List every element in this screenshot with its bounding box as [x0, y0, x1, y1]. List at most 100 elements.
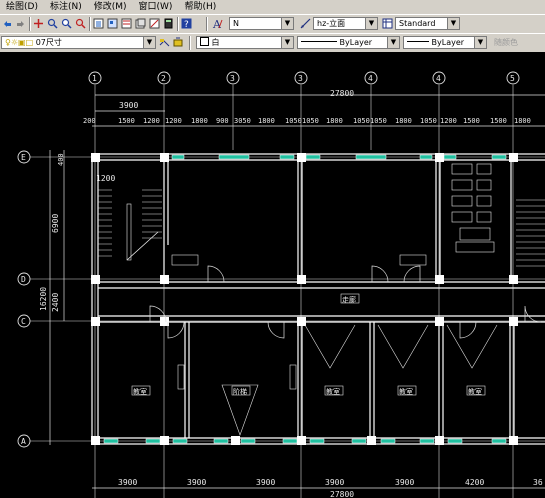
layer-state-icons: ♀☼▣□ [5, 38, 34, 47]
columns [91, 153, 518, 445]
left-dim-top-small: 400 [57, 153, 65, 166]
menu-window[interactable]: 窗口(W) [133, 0, 179, 14]
chain-dim-text: 1500 [463, 117, 480, 125]
layer-previous-icon[interactable] [173, 37, 184, 48]
design-center-icon[interactable] [107, 18, 118, 29]
room-label: 教室 [399, 387, 413, 396]
svg-text:?: ? [184, 20, 189, 29]
chain-dim-text: 200 [83, 117, 96, 125]
chain-dim-text: 1800 [395, 117, 412, 125]
axis-numbers-top: 1 2 3 3 4 4 5 [92, 74, 515, 83]
chain-dim-text: 3050 [234, 117, 251, 125]
color-select[interactable]: 白 ▼ [196, 36, 294, 49]
plotstyle-select: 随颜色 [494, 38, 518, 47]
bottom-dim-text: 3900 [187, 478, 206, 487]
chain-dim-text: 1050 [370, 117, 387, 125]
room-label: 教室 [468, 387, 482, 396]
bottom-chain-dimension: 3900 3900 3900 3900 3900 4200 36 27800 [92, 478, 545, 498]
markup-icon[interactable] [149, 18, 160, 29]
bottom-dim-text: 36 [533, 478, 543, 487]
menu-draw[interactable]: 绘图(D) [0, 0, 44, 14]
chevron-down-icon: ▼ [281, 37, 293, 48]
color-swatch [200, 37, 209, 46]
chain-dim-text: 1500 [118, 117, 135, 125]
dim-style-value: hz-立面 [317, 19, 346, 28]
chevron-down-icon: ▼ [143, 37, 155, 48]
chain-dim-text: 1050 [420, 117, 437, 125]
chain-dim-text: 1200 [165, 117, 182, 125]
chevron-down-icon: ▼ [474, 37, 486, 48]
chain-dim-text: 1200 [143, 117, 160, 125]
room-label: 阶梯 [233, 387, 247, 396]
axis-letters-left: E D C A [21, 153, 26, 446]
drawing-canvas[interactable]: 27800 3900 200 1500 1200 1200 1800 900 3… [0, 52, 545, 498]
axis-number: 1 [92, 74, 97, 83]
chevron-down-icon: ▼ [281, 18, 293, 29]
top-span-dim-text: 3900 [119, 101, 138, 110]
linetype-preview [301, 41, 337, 42]
room-label: 教室 [326, 387, 340, 396]
help-icon[interactable]: ? [181, 18, 192, 29]
top-overall-dim-text: 27800 [330, 89, 354, 98]
layer-select[interactable]: ♀☼▣□ 07尺寸 ▼ [1, 36, 156, 49]
zoom-realtime-icon[interactable] [47, 18, 58, 29]
pan-icon[interactable] [33, 18, 44, 29]
axis-number: 5 [510, 74, 515, 83]
dim-style-icon[interactable] [300, 18, 311, 29]
undo-icon[interactable] [2, 18, 13, 29]
calculator-icon[interactable] [163, 18, 174, 29]
axis-bubbles-top [88, 71, 520, 85]
bottom-dim-text: 3900 [395, 478, 414, 487]
axis-number: 3 [230, 74, 235, 83]
axis-letter: C [21, 317, 26, 326]
layers-toolbar: ♀☼▣□ 07尺寸 ▼ 白 ▼ ByLayer ▼ ByLayer ▼ 随颜色 [0, 33, 545, 53]
chevron-down-icon: ▼ [387, 37, 399, 48]
make-current-layer-icon[interactable] [159, 37, 170, 48]
axis-number: 4 [368, 74, 373, 83]
table-style-select[interactable]: Standard ▼ [395, 17, 460, 30]
staircase-right [516, 199, 545, 267]
room-label: 教室 [133, 387, 147, 396]
top-overall-dimension: 27800 [95, 89, 545, 98]
axis-bubbles-left [17, 150, 31, 448]
zoom-previous-icon[interactable] [75, 18, 86, 29]
horizontal-grid-lines [30, 156, 545, 442]
text-style-icon[interactable]: A [212, 18, 223, 29]
staircase-left [98, 189, 162, 261]
linetype-select[interactable]: ByLayer ▼ [297, 36, 400, 49]
chain-dim-text: 1200 [440, 117, 457, 125]
text-style-select[interactable]: N ▼ [229, 17, 294, 30]
lineweight-value: ByLayer [431, 38, 465, 47]
table-style-icon[interactable] [382, 18, 393, 29]
top-chain-dimension: 200 1500 1200 1200 1800 900 3050 1800 10… [83, 117, 545, 127]
menu-modify[interactable]: 修改(M) [88, 0, 133, 14]
zoom-window-icon[interactable] [61, 18, 72, 29]
floor-plan-drawing: 27800 3900 200 1500 1200 1200 1800 900 3… [17, 71, 545, 498]
lineweight-select[interactable]: ByLayer ▼ [403, 36, 487, 49]
cad-window: 绘图(D) 标注(N) 修改(M) 窗口(W) 帮助(H) ? A N ▼ hz-… [0, 0, 545, 498]
redo-icon[interactable] [15, 18, 26, 29]
linetype-value: ByLayer [339, 38, 373, 47]
sheet-set-icon[interactable] [135, 18, 146, 29]
inner-dim-text: 1200 [96, 174, 115, 183]
chain-dim-text: 900 [216, 117, 229, 125]
axis-letter: A [21, 437, 26, 446]
bottom-total-text: 27800 [330, 490, 354, 498]
axis-number: 4 [436, 74, 441, 83]
chain-dim-text: 1050 [302, 117, 319, 125]
axis-number: 2 [161, 74, 166, 83]
properties-icon[interactable] [93, 18, 104, 29]
menu-help[interactable]: 帮助(H) [178, 0, 222, 14]
tool-palette-icon[interactable] [121, 18, 132, 29]
standard-toolbar: ? A N ▼ hz-立面 ▼ Standard ▼ [0, 14, 545, 34]
layer-value: 07尺寸 [35, 38, 62, 47]
axis-letter: E [21, 153, 26, 162]
bottom-dim-text: 3900 [118, 478, 137, 487]
dim-style-select[interactable]: hz-立面 ▼ [313, 17, 378, 30]
menu-dimension[interactable]: 标注(N) [44, 0, 88, 14]
chain-dim-text: 1050 [353, 117, 370, 125]
chain-dim-text: 1800 [191, 117, 208, 125]
room-label: 走廊 [342, 295, 356, 304]
menu-bar: 绘图(D) 标注(N) 修改(M) 窗口(W) 帮助(H) [0, 0, 545, 14]
color-value: 白 [211, 38, 220, 47]
